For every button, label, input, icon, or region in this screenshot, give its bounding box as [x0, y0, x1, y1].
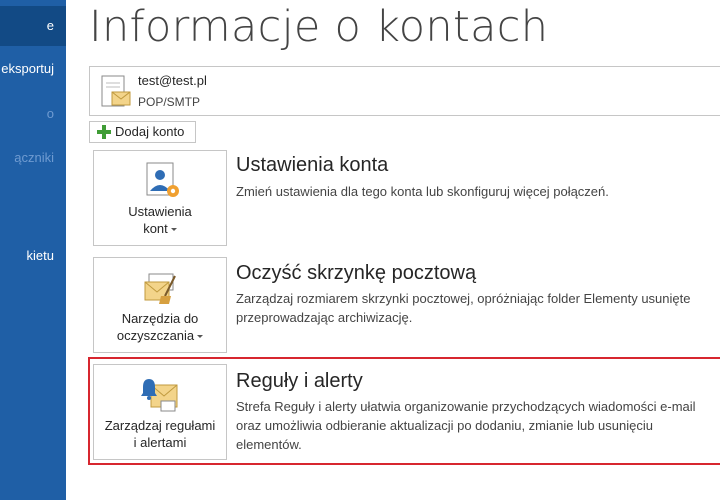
- nav-item-label: ączniki: [14, 150, 54, 165]
- tile-label-line2: oczyszczania: [94, 327, 226, 344]
- add-account-button[interactable]: Dodaj konto: [89, 121, 196, 143]
- account-email: test@test.pl: [138, 73, 207, 88]
- cleanup-tools-button[interactable]: Narzędzia do oczyszczania: [93, 257, 227, 353]
- nav-item-label: kietu: [26, 248, 54, 263]
- tile-label-line1: Narzędzia do: [121, 311, 199, 326]
- cleanup-tools-icon: [144, 273, 176, 304]
- nav-item-office-account[interactable]: kietu: [0, 236, 66, 276]
- nav-item-label: e: [46, 18, 54, 33]
- section-description: przeprowadzając archiwizację.: [236, 310, 413, 325]
- section-description: Zmień ustawienia dla tego konta lub skon…: [236, 184, 609, 199]
- nav-item-label: eksportuj: [1, 61, 54, 76]
- highlight-box: [88, 357, 720, 465]
- dropdown-caret-icon: [197, 335, 204, 339]
- backstage-nav: e eksportuj o ączniki kietu: [0, 0, 66, 500]
- mail-account-icon: [101, 75, 131, 107]
- account-settings-icon: [146, 162, 179, 197]
- nav-item-label: o: [46, 106, 54, 121]
- add-account-label: Dodaj konto: [115, 124, 185, 139]
- dropdown-caret-icon: [170, 228, 177, 232]
- account-type: POP/SMTP: [138, 95, 201, 109]
- account-settings-button[interactable]: Ustawienia kont: [93, 150, 227, 246]
- section-title: Oczyść skrzynkę pocztową: [236, 262, 477, 284]
- nav-item-save-as[interactable]: o: [0, 94, 66, 134]
- nav-item-open-export[interactable]: eksportuj: [0, 49, 66, 89]
- nav-item-info[interactable]: e: [0, 6, 66, 46]
- nav-item-save-attachments[interactable]: ączniki: [0, 138, 66, 178]
- plus-icon: [97, 125, 111, 139]
- section-description: Zarządzaj rozmiarem skrzynki pocztowej, …: [236, 291, 691, 306]
- section-title: Ustawienia konta: [236, 154, 389, 176]
- tile-label-line2: kont: [94, 220, 226, 237]
- account-selector[interactable]: test@test.pl POP/SMTP: [89, 66, 720, 116]
- tile-label-line1: Ustawienia: [128, 204, 192, 219]
- page-title: Informacje o kontach: [89, 2, 549, 52]
